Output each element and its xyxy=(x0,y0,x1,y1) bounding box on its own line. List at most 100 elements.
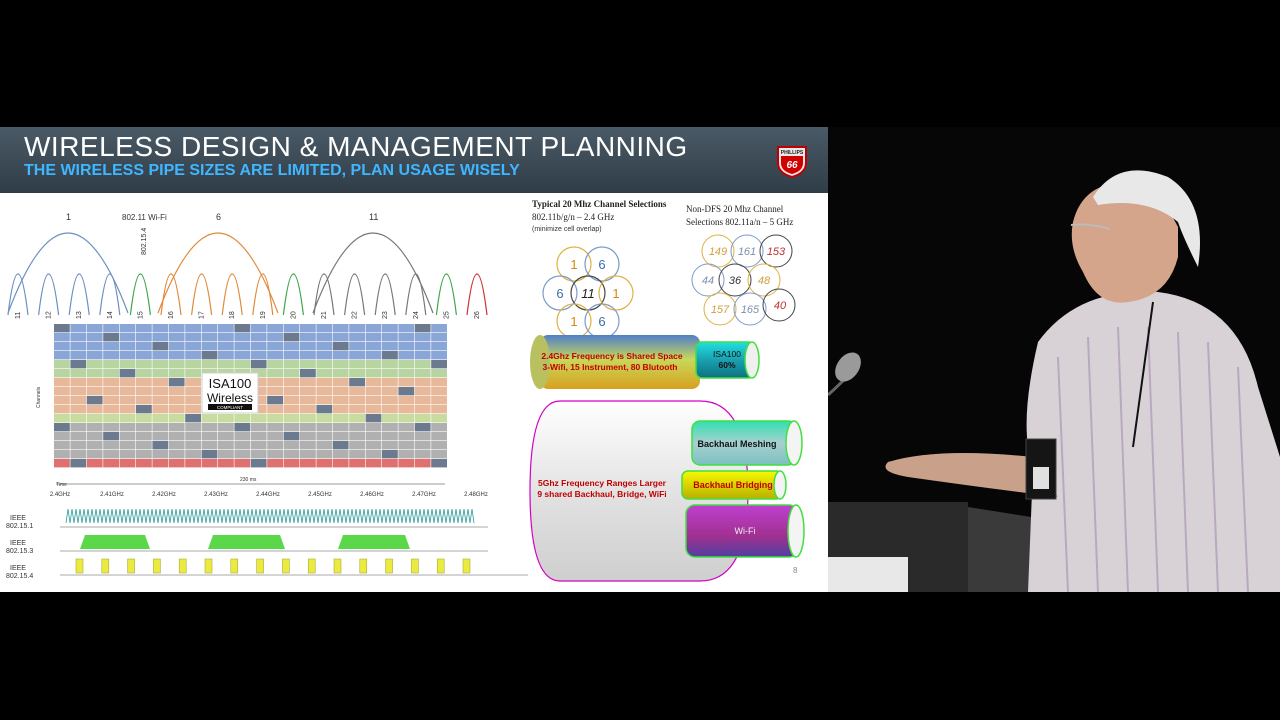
grid-cell xyxy=(431,351,447,360)
grid-cell xyxy=(234,333,251,342)
grid-cell xyxy=(103,414,119,423)
grid-cell xyxy=(152,405,169,414)
grid-cell xyxy=(414,423,431,432)
grid-cell xyxy=(332,405,349,414)
zigbee-channel-arc xyxy=(466,273,488,316)
grid-cell xyxy=(398,378,415,387)
ch5-title-2: Selections 802.11a/n – 5 GHz xyxy=(686,217,793,227)
cell-label: 153 xyxy=(767,246,786,258)
cell-label: 1 xyxy=(570,257,577,272)
ch-label: 26 xyxy=(474,311,481,319)
grid-cell xyxy=(103,333,119,342)
grid-cell xyxy=(136,360,152,369)
grid-cell xyxy=(250,360,267,369)
grid-cell xyxy=(168,369,185,378)
zigbee-channel-arc xyxy=(38,273,60,316)
grid-cell xyxy=(185,432,201,441)
grid-cell xyxy=(283,414,300,423)
grid-cell xyxy=(365,324,382,333)
speaker-photo xyxy=(828,127,1280,592)
grid-cell xyxy=(201,342,218,351)
timing-waveforms xyxy=(60,508,528,576)
grid-cell xyxy=(119,369,136,378)
grid-cell xyxy=(349,459,365,468)
grid-cell xyxy=(119,333,136,342)
grid-cell xyxy=(250,414,267,423)
grid-cell xyxy=(136,459,152,468)
ieee-label-2-b: 802.15.3 xyxy=(6,548,33,555)
meshing-pipe-end xyxy=(785,420,803,466)
grid-cell xyxy=(332,369,349,378)
grid-cell xyxy=(365,333,382,342)
grid-cell xyxy=(218,414,234,423)
bt-waveform xyxy=(65,508,475,524)
zigbee-channel-arcs xyxy=(7,273,488,316)
grid-cell xyxy=(382,432,398,441)
ch-label: 19 xyxy=(260,311,267,319)
grid-cell xyxy=(136,405,152,414)
grid-cell xyxy=(168,333,185,342)
ch-label: 18 xyxy=(229,311,236,319)
big-pipe-line1: 5Ghz Frequency Ranges Larger xyxy=(538,478,667,488)
uwb-burst xyxy=(338,535,410,549)
meshing-pipe-label: Backhaul Meshing xyxy=(697,439,776,449)
grid-cell xyxy=(349,333,365,342)
grid-cell xyxy=(431,360,447,369)
grid-cell xyxy=(185,387,201,396)
ieee-timing-diagram: 2.4GHz 2.41GHz 2.42GHz 2.43GHz 2.44GHz 2… xyxy=(6,492,528,580)
grid-cell xyxy=(398,333,415,342)
cell-label: 6 xyxy=(598,314,605,329)
ch-label: 17 xyxy=(199,311,206,319)
grid-cell xyxy=(365,441,382,450)
grid-cell xyxy=(349,378,365,387)
isa100-badge-bot: COMPLIANT xyxy=(217,405,244,410)
grid-cell xyxy=(119,378,136,387)
pipe-24ghz-shared: 2.4Ghz Frequency is Shared Space 3-Wifi,… xyxy=(530,335,700,389)
zigbee-channel-arc xyxy=(313,273,335,316)
grid-cell xyxy=(70,423,87,432)
slide-subtitle: THE WIRELESS PIPE SIZES ARE LIMITED, PLA… xyxy=(24,162,520,179)
grid-cell xyxy=(414,405,431,414)
zigbee-slot xyxy=(359,558,368,574)
grid-cell xyxy=(349,450,365,459)
wifi-label: 802.11 Wi-Fi xyxy=(122,213,167,222)
grid-axis-time: Time xyxy=(56,482,67,488)
grid-cell xyxy=(267,333,283,342)
ch-label: 20 xyxy=(290,311,297,319)
grid-cell xyxy=(234,324,251,333)
zigbee-channel-arc xyxy=(7,273,29,316)
grid-cell xyxy=(316,459,333,468)
grid-cell xyxy=(201,450,218,459)
grid-cell xyxy=(86,378,103,387)
freq-tick: 2.4GHz xyxy=(50,492,70,498)
grid-axis-duration: 230 ms xyxy=(240,477,257,483)
grid-cell xyxy=(119,324,136,333)
grid-cell xyxy=(119,459,136,468)
grid-cell xyxy=(365,387,382,396)
grid-cell xyxy=(300,324,316,333)
grid-cell xyxy=(119,423,136,432)
ch-label: 11 xyxy=(15,312,22,319)
grid-cell xyxy=(267,387,283,396)
ch-label: 23 xyxy=(382,311,389,319)
grid-cell xyxy=(332,378,349,387)
grid-cell xyxy=(316,405,333,414)
bridging-pipe-end xyxy=(773,470,787,500)
grid-cell xyxy=(431,450,447,459)
grid-cell xyxy=(70,324,87,333)
grid-cell xyxy=(119,360,136,369)
grid-cell xyxy=(283,387,300,396)
grid-cell xyxy=(136,378,152,387)
grid-cell xyxy=(267,342,283,351)
grid-cell xyxy=(54,324,70,333)
grid-cell xyxy=(119,396,136,405)
grid-cell xyxy=(136,351,152,360)
grid-cell xyxy=(300,333,316,342)
grid-cell xyxy=(431,459,447,468)
grid-cell xyxy=(185,423,201,432)
channel-hopping-grid: Channels Time 230 ms ISA100 Wireless COM… xyxy=(36,324,447,488)
grid-cell xyxy=(300,387,316,396)
grid-cell xyxy=(365,414,382,423)
grid-cell xyxy=(86,351,103,360)
zigbee-slot xyxy=(282,558,290,574)
